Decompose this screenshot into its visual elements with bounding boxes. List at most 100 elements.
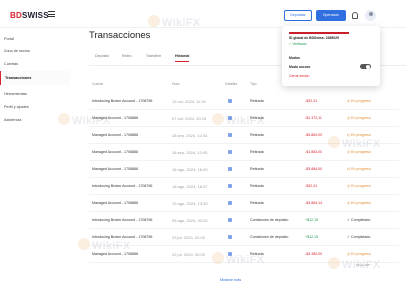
details-icon[interactable] <box>228 218 232 222</box>
status-cell: ✓ Completado <box>347 235 371 239</box>
column-header-account: Cuenta <box>92 82 103 86</box>
table-row[interactable]: Introducing Broker Account - 1708796 05 a… <box>89 212 399 229</box>
time-cell: 13 oct. 2024, 11:31 <box>172 98 206 104</box>
verified-badge: ✓ Verificado <box>289 42 307 46</box>
user-avatar-icon[interactable] <box>365 10 376 21</box>
details-icon[interactable] <box>228 252 232 256</box>
details-icon[interactable] <box>228 184 232 188</box>
sidebar-item-support[interactable]: Asistencia <box>0 113 70 127</box>
account-cell: Introducing Broker Account - 1708796 <box>92 184 153 188</box>
table-row[interactable]: Managed Account - 1708888 18 sep. 2024, 1… <box>89 127 399 144</box>
status-cell: ◴ En progreso <box>347 116 371 120</box>
dark-mode-toggle[interactable] <box>360 64 371 69</box>
status-cell: ✓ Completado <box>347 218 371 222</box>
tab-withdraw[interactable]: Retiro <box>122 54 132 58</box>
amount-cell: -$32,41 <box>305 99 318 103</box>
status-cell: ◴ En progreso <box>347 150 371 154</box>
menu-icon[interactable] <box>48 11 55 17</box>
details-icon[interactable] <box>228 116 232 120</box>
tab-transfer[interactable]: Transferir <box>146 54 161 58</box>
time-cell: 13 ago. 2024, 13:39 <box>172 200 208 206</box>
table-row[interactable]: Managed Account - 1708888 13 ago. 2024, 1… <box>89 195 399 212</box>
table-row[interactable]: Managed Account - 1708888 07 oct. 2024, 2… <box>89 110 399 127</box>
bell-icon[interactable] <box>352 12 358 19</box>
type-cell: Retirada <box>250 167 264 171</box>
details-icon[interactable] <box>228 167 232 171</box>
time-cell: 18 ago. 2024, 16:40 <box>172 166 208 172</box>
redacted-name-bar <box>289 32 349 34</box>
type-cell: Retirada <box>250 184 264 188</box>
time-cell: 18 sep. 2024, 12:34 <box>172 132 208 138</box>
column-header-details: Detalles <box>225 82 238 86</box>
time-cell: 07 oct. 2024, 20:15 <box>172 115 207 121</box>
page-title: Transacciones <box>89 30 151 41</box>
top-bar: BDSWISS Depositar Operación <box>0 0 406 28</box>
table-row[interactable]: Managed Account - 1708888 22 jul. 2024, 0… <box>89 246 399 263</box>
account-cell: Managed Account - 1708888 <box>92 252 138 256</box>
account-dropdown: ID global de BDSwiss: 2385025 ✓ Verifica… <box>282 26 380 86</box>
sidebar: Portal Zona de socios Cuentas Transaccio… <box>0 28 70 300</box>
account-cell: Managed Account - 1708888 <box>92 201 138 205</box>
status-cell: ◴ En progreso <box>347 184 371 188</box>
account-cell: Managed Account - 1708888 <box>92 116 138 120</box>
amount-cell: +$12,15 <box>305 218 319 222</box>
details-icon[interactable] <box>228 235 232 239</box>
type-cell: Comisiones de depósito <box>250 235 289 239</box>
tab-deposit[interactable]: Depósito <box>95 54 109 58</box>
logout-link[interactable]: Cerrar sesión <box>289 74 309 78</box>
account-cell: Introducing Broker Account - 1708796 <box>92 99 153 103</box>
details-icon[interactable] <box>228 133 232 137</box>
type-cell: Retirada <box>250 133 264 137</box>
account-cell: Introducing Broker Account - 1708796 <box>92 218 153 222</box>
details-icon[interactable] <box>228 201 232 205</box>
global-id-label: ID global de BDSwiss: 2385025 <box>289 36 339 40</box>
bdswiss-logo[interactable]: BDSWISS <box>10 11 49 20</box>
account-cell: Managed Account - 1708888 <box>92 133 138 137</box>
type-cell: Retirada <box>250 150 264 154</box>
sidebar-item-transactions[interactable]: Transacciones <box>0 71 70 85</box>
account-cell: Managed Account - 1708888 <box>92 167 138 171</box>
account-cell: Managed Account - 1708888 <box>92 150 138 154</box>
type-cell: Retirada <box>250 116 264 120</box>
details-icon[interactable] <box>228 99 232 103</box>
time-cell: 05 ago. 2024, 02:02 <box>172 217 208 223</box>
type-cell: Comisiones de depósito <box>250 218 289 222</box>
status-cell: ◴ En progreso <box>347 99 371 103</box>
type-cell: Retirada <box>250 99 264 103</box>
show-more-link[interactable]: Mostrar más <box>220 278 241 282</box>
status-cell: ◴ En progreso <box>347 201 371 205</box>
amount-cell: +$12,15 <box>305 235 319 239</box>
sidebar-item-partner-zone[interactable]: Zona de socios <box>0 44 70 58</box>
amount-cell: -$32,41 <box>305 184 318 188</box>
sidebar-item-accounts[interactable]: Cuentas <box>0 57 70 71</box>
operate-button[interactable]: Operación <box>316 10 346 21</box>
amount-cell: -$3.884,00 <box>305 167 323 171</box>
time-cell: 18 sep. 2024, 12:05 <box>172 149 208 155</box>
time-cell: 22 jul. 2024, 00:00 <box>172 251 205 257</box>
page-count: 10 de 107 <box>356 263 370 267</box>
amount-cell: -$4.380,00 <box>305 252 323 256</box>
modes-label: Modos <box>289 56 300 60</box>
table-row[interactable]: Introducing Broker Account - 1708796 13 o… <box>89 93 399 110</box>
amount-cell: -$1.883,00 <box>305 150 323 154</box>
tab-history[interactable]: Historial <box>175 54 190 62</box>
sidebar-item-profile[interactable]: Perfil y ajustes <box>0 100 70 114</box>
account-cell: Introducing Broker Account - 1708796 <box>92 235 153 239</box>
table-row[interactable]: Managed Account - 1708888 18 sep. 2024, 1… <box>89 144 399 161</box>
status-cell: ◴ En progreso <box>347 167 371 171</box>
time-cell: 18 ago. 2024, 16:37 <box>172 183 208 189</box>
table-row[interactable]: Managed Account - 1708888 18 ago. 2024, 1… <box>89 161 399 178</box>
time-cell: 23 jul. 2024, 02:00 <box>172 234 205 240</box>
type-cell: Retirada <box>250 252 264 256</box>
column-header-type: Tipo <box>250 82 257 86</box>
amount-cell: -$1.372,11 <box>305 116 322 120</box>
deposit-button[interactable]: Depositar <box>284 10 312 21</box>
table-row[interactable]: Introducing Broker Account - 1708796 18 a… <box>89 178 399 195</box>
table-row[interactable]: Introducing Broker Account - 1708796 23 j… <box>89 229 399 246</box>
amount-cell: -$3.884,00 <box>305 133 323 137</box>
amount-cell: -$3.884,14 <box>305 201 323 205</box>
details-icon[interactable] <box>228 150 232 154</box>
column-header-time: Hora <box>172 82 180 86</box>
sidebar-item-tools[interactable]: Herramientas <box>0 87 70 101</box>
dark-mode-label: Modo oscuro <box>289 65 311 69</box>
